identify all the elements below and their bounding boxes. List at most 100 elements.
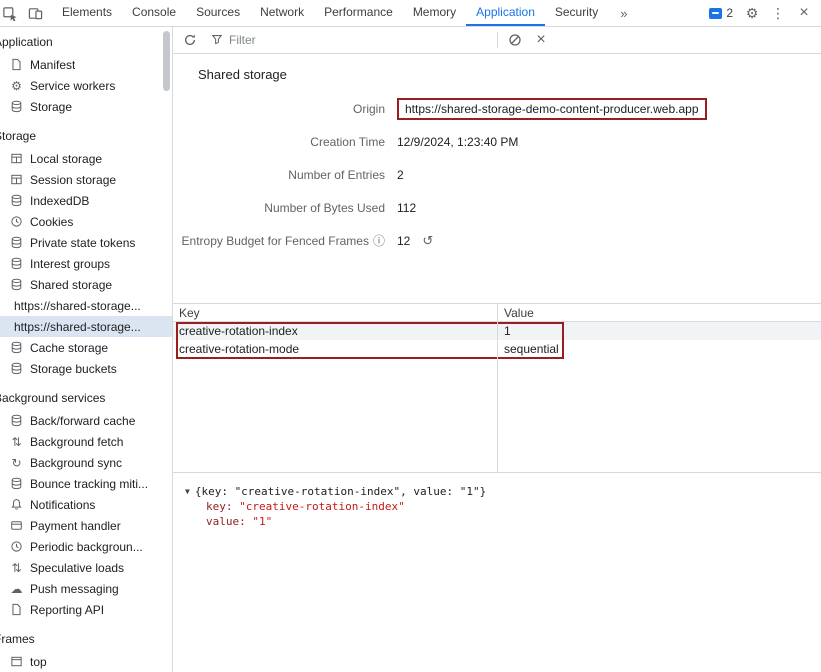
- preview-entry-value: value: "1": [185, 514, 821, 529]
- database-icon: [9, 361, 24, 376]
- filter-icon: [211, 33, 229, 48]
- database-icon: [9, 256, 24, 271]
- sidebar-item-label: Private state tokens: [30, 236, 135, 250]
- delete-selected-icon[interactable]: ×: [528, 27, 554, 53]
- sidebar-scrollbar[interactable]: [163, 31, 170, 91]
- field-label-origin: Origin: [173, 102, 385, 116]
- sidebar-item-manifest[interactable]: Manifest: [0, 54, 172, 75]
- expand-triangle-icon[interactable]: ▼: [185, 487, 190, 496]
- preview-entry-key: key: "creative-rotation-index": [185, 499, 821, 514]
- metadata-fields: Origin https://shared-storage-demo-conte…: [173, 92, 821, 257]
- tab-network[interactable]: Network: [250, 0, 314, 26]
- annotation-origin-box: https://shared-storage-demo-content-prod…: [397, 98, 707, 120]
- sidebar-item-speculative-loads[interactable]: ⇅Speculative loads: [0, 557, 172, 578]
- sidebar-item-https-shared-storage[interactable]: https://shared-storage...: [0, 316, 172, 337]
- tabbar-right-icons: 2 ⚙ ⋮ ×: [703, 0, 821, 26]
- sidebar-item-label: Cookies: [30, 215, 73, 229]
- sidebar-item-private-state-tokens[interactable]: Private state tokens: [0, 232, 172, 253]
- database-icon: [9, 235, 24, 250]
- sidebar-item-https-shared-storage[interactable]: https://shared-storage...: [0, 295, 172, 316]
- value-cell: sequential: [497, 342, 559, 356]
- sidebar-item-reporting-api[interactable]: Reporting API: [0, 599, 172, 620]
- sidebar-item-cookies[interactable]: Cookies: [0, 211, 172, 232]
- sidebar-item-label: Storage buckets: [30, 362, 117, 376]
- filter-input[interactable]: [229, 33, 491, 47]
- sidebar-item-storage-buckets[interactable]: Storage buckets: [0, 358, 172, 379]
- sidebar-item-label: Cache storage: [30, 341, 108, 355]
- inspect-element-icon[interactable]: [0, 0, 22, 26]
- sidebar-item-label: Background fetch: [30, 435, 123, 449]
- sidebar-item-local-storage[interactable]: Local storage: [0, 148, 172, 169]
- block-clear-icon[interactable]: [502, 27, 528, 53]
- devtools-body: ApplicationManifest⚙Service workersStora…: [0, 27, 821, 672]
- sidebar-item-label: IndexedDB: [30, 194, 89, 208]
- field-value-origin: https://shared-storage-demo-content-prod…: [397, 98, 707, 120]
- tab-performance[interactable]: Performance: [314, 0, 403, 26]
- property-value: "creative-rotation-index": [239, 500, 405, 513]
- tab-console[interactable]: Console: [122, 0, 186, 26]
- tab-security[interactable]: Security: [545, 0, 608, 26]
- devtools-tabbar: ElementsConsoleSourcesNetworkPerformance…: [0, 0, 821, 27]
- sidebar-item-label: Local storage: [30, 152, 102, 166]
- device-toolbar-icon[interactable]: [22, 0, 48, 26]
- panel-content: Shared storage Origin https://shared-sto…: [173, 54, 821, 672]
- clock-icon: [9, 539, 24, 554]
- sidebar-item-background-fetch[interactable]: ⇅ Background fetch: [0, 431, 172, 452]
- sidebar-item-top[interactable]: top: [0, 651, 172, 672]
- info-icon[interactable]: ⓘ: [373, 234, 385, 248]
- database-icon: [9, 476, 24, 491]
- database-icon: [9, 99, 24, 114]
- sidebar-item-push-messaging[interactable]: ☁Push messaging: [0, 578, 172, 599]
- sidebar-item-label: Push messaging: [30, 582, 119, 596]
- field-label-text: Entropy Budget for Fenced Frames: [182, 234, 369, 248]
- sidebar-item-session-storage[interactable]: Session storage: [0, 169, 172, 190]
- column-header-value[interactable]: Value: [497, 306, 534, 320]
- sidebar-item-label: Payment handler: [30, 519, 121, 533]
- reset-budget-icon[interactable]: ↺: [422, 233, 433, 249]
- sidebar-item-label: Interest groups: [30, 257, 110, 271]
- sidebar-item-label: Service workers: [30, 79, 115, 93]
- close-devtools-icon[interactable]: ×: [791, 0, 817, 26]
- issues-count-badge[interactable]: 2: [703, 6, 739, 20]
- sidebar-item-indexeddb[interactable]: IndexedDB: [0, 190, 172, 211]
- more-tabs-button[interactable]: »: [620, 6, 627, 21]
- property-name: value:: [206, 515, 246, 528]
- sidebar-item-label: Session storage: [30, 173, 116, 187]
- tab-sources[interactable]: Sources: [186, 0, 250, 26]
- sidebar-item-cache-storage[interactable]: Cache storage: [0, 337, 172, 358]
- property-name: key:: [206, 500, 233, 513]
- tab-elements[interactable]: Elements: [52, 0, 122, 26]
- field-label-bytes-used: Number of Bytes Used: [173, 201, 385, 215]
- sidebar-item-label: Shared storage: [30, 278, 112, 292]
- key-cell: creative-rotation-mode: [173, 342, 497, 356]
- sidebar-item-service-workers[interactable]: ⚙Service workers: [0, 75, 172, 96]
- shared-storage-panel: × Shared storage Origin https://shared-s…: [173, 27, 821, 672]
- table-icon: [9, 151, 24, 166]
- sidebar-item-bounce-tracking-miti[interactable]: Bounce tracking miti...: [0, 473, 172, 494]
- value-cell: 1: [497, 324, 511, 338]
- sidebar-section-frames: Frames: [0, 630, 172, 649]
- sidebar-item-back-forward-cache[interactable]: Back/forward cache: [0, 410, 172, 431]
- tab-application[interactable]: Application: [466, 0, 545, 26]
- sidebar-item-background-sync[interactable]: ↻Background sync: [0, 452, 172, 473]
- settings-gear-icon[interactable]: ⚙: [739, 0, 765, 26]
- sidebar-item-shared-storage[interactable]: Shared storage: [0, 274, 172, 295]
- sidebar-item-label: https://shared-storage...: [14, 320, 141, 334]
- filter-box[interactable]: [211, 31, 491, 50]
- refresh-icon[interactable]: [177, 27, 203, 53]
- sidebar-section-storage: Storage: [0, 127, 172, 146]
- sidebar-item-payment-handler[interactable]: Payment handler: [0, 515, 172, 536]
- more-options-icon[interactable]: ⋮: [765, 0, 791, 26]
- card-icon: [9, 518, 24, 533]
- database-icon: [9, 340, 24, 355]
- panel-toolbar: ×: [173, 27, 821, 54]
- arrows-icon: ⇅: [9, 434, 24, 449]
- sidebar-item-storage[interactable]: Storage: [0, 96, 172, 117]
- sidebar-item-periodic-backgroun[interactable]: Periodic backgroun...: [0, 536, 172, 557]
- database-icon: [9, 277, 24, 292]
- column-header-key[interactable]: Key: [173, 306, 497, 320]
- tabs: ElementsConsoleSourcesNetworkPerformance…: [52, 0, 608, 26]
- tab-memory[interactable]: Memory: [403, 0, 466, 26]
- sidebar-item-interest-groups[interactable]: Interest groups: [0, 253, 172, 274]
- sidebar-item-notifications[interactable]: Notifications: [0, 494, 172, 515]
